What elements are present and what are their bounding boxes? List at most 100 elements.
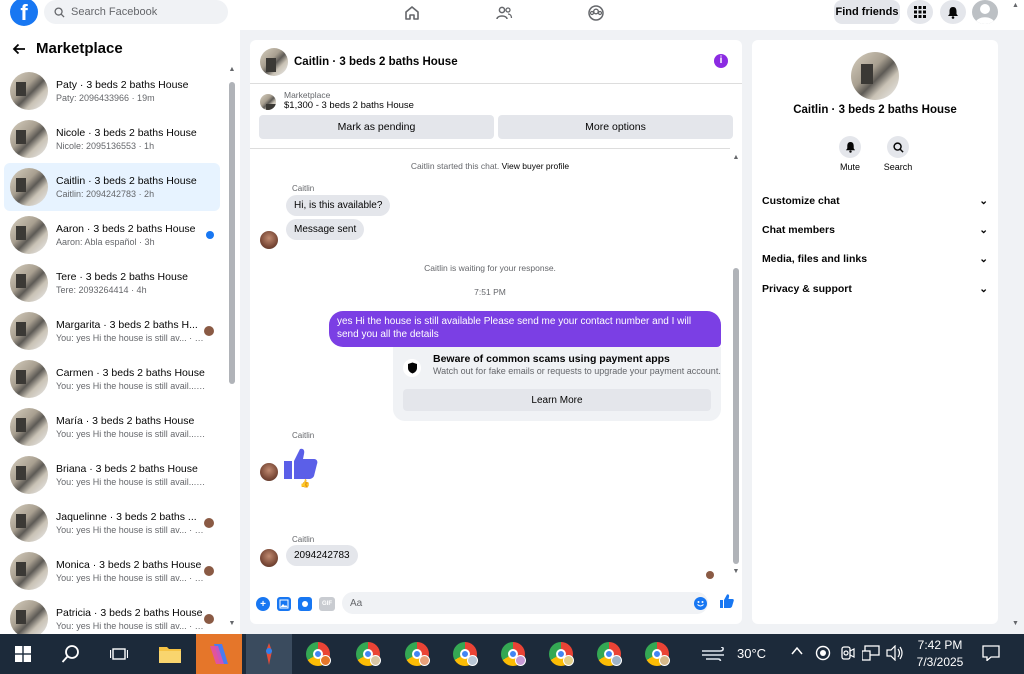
conversation-text: Tere · 3 beds 2 baths House Tere: 2093264… bbox=[56, 271, 206, 295]
conversation-text: Briana · 3 beds 2 baths House You: yes Hi… bbox=[56, 463, 206, 487]
chat-scroll-thumb[interactable] bbox=[733, 268, 739, 564]
file-explorer-icon[interactable] bbox=[147, 634, 193, 674]
conversation-item[interactable]: Margarita · 3 beds 2 baths H... You: yes … bbox=[4, 307, 220, 355]
conversation-item[interactable]: Aaron · 3 beds 2 baths House Aaron: Abla … bbox=[4, 211, 220, 259]
listing-photo[interactable] bbox=[851, 52, 899, 100]
chrome-icon[interactable] bbox=[634, 634, 680, 674]
more-options-button[interactable]: More options bbox=[498, 115, 733, 139]
bell-icon[interactable] bbox=[940, 0, 966, 24]
message-input[interactable]: Aa bbox=[342, 592, 708, 614]
conversation-preview: Caitlin: 2094242783 · 2h bbox=[56, 189, 155, 199]
search-control[interactable]: Search bbox=[876, 136, 920, 172]
conversation-text: Caitlin · 3 beds 2 baths House Caitlin: 2… bbox=[56, 175, 206, 199]
chrome-icon[interactable] bbox=[586, 634, 632, 674]
scroll-up-arrow-icon[interactable]: ▲ bbox=[228, 66, 236, 74]
warning-title: Beware of common scams using payment app… bbox=[433, 353, 670, 365]
info-icon[interactable]: i bbox=[714, 54, 728, 68]
chrome-icon[interactable] bbox=[295, 634, 341, 674]
mark-pending-button[interactable]: Mark as pending bbox=[259, 115, 494, 139]
chat-members-section[interactable]: Chat members ⌄ bbox=[762, 219, 988, 241]
conversation-text: Aaron · 3 beds 2 baths House Aaron: Abla … bbox=[56, 223, 206, 247]
chrome-icon[interactable] bbox=[490, 634, 536, 674]
plus-icon[interactable]: + bbox=[256, 597, 270, 611]
groups-icon[interactable] bbox=[585, 2, 607, 24]
sidebar-scrollbar[interactable]: ▲ ▼ bbox=[228, 66, 236, 627]
chat-title[interactable]: Caitlin · 3 beds 2 baths House bbox=[294, 56, 458, 68]
chrome-icon[interactable] bbox=[345, 634, 391, 674]
conversation-item[interactable]: Nicole · 3 beds 2 baths House Nicole: 209… bbox=[4, 115, 220, 163]
reaction-badge[interactable]: 👍 bbox=[300, 479, 310, 488]
like-send-icon[interactable] bbox=[720, 594, 734, 611]
conversation-item[interactable]: Paty · 3 beds 2 baths House Paty: 2096433… bbox=[4, 67, 220, 115]
scroll-down-arrow-icon[interactable]: ▼ bbox=[228, 620, 236, 628]
page-scroll-up-arrow-icon[interactable]: ▲ bbox=[1012, 2, 1019, 9]
chrome-icon[interactable] bbox=[442, 634, 488, 674]
menu-grid-icon[interactable] bbox=[907, 0, 933, 24]
taskbar-search-icon[interactable] bbox=[48, 634, 94, 674]
find-friends-button[interactable]: Find friends bbox=[834, 0, 900, 24]
chat-scroll-up-arrow-icon[interactable]: ▲ bbox=[732, 154, 740, 162]
listing-thumbnail[interactable] bbox=[260, 47, 288, 76]
section-label: Customize chat bbox=[762, 195, 840, 207]
gif-icon[interactable]: GIF bbox=[319, 597, 335, 611]
listing-summary[interactable]: Marketplace $1,300 - 3 beds 2 baths Hous… bbox=[250, 84, 742, 111]
mute-label: Mute bbox=[839, 162, 860, 172]
pinned-app-icon[interactable] bbox=[246, 634, 292, 674]
sender-avatar[interactable] bbox=[260, 549, 278, 567]
page-scroll-down-arrow-icon[interactable]: ▼ bbox=[1012, 620, 1019, 627]
chat-scrollbar[interactable]: ▲ ▼ bbox=[732, 148, 740, 584]
copilot-icon[interactable] bbox=[196, 634, 242, 674]
conversation-item[interactable]: Monica · 3 beds 2 baths House You: yes Hi… bbox=[4, 547, 220, 595]
conversation-item[interactable]: María · 3 beds 2 baths House You: yes Hi … bbox=[4, 403, 220, 451]
bell-icon[interactable] bbox=[839, 136, 861, 158]
sender-avatar[interactable] bbox=[260, 463, 278, 481]
incoming-message[interactable]: 2094242783 bbox=[286, 545, 358, 566]
friends-icon[interactable] bbox=[493, 2, 515, 24]
emoji-icon[interactable] bbox=[694, 597, 707, 610]
chevron-down-icon: ⌄ bbox=[979, 195, 988, 207]
profile-avatar[interactable] bbox=[972, 0, 998, 24]
read-receipt-avatar bbox=[204, 518, 214, 528]
incoming-message[interactable]: Hi, is this available? bbox=[286, 195, 391, 216]
media-files-section[interactable]: Media, files and links ⌄ bbox=[762, 248, 988, 270]
chrome-icon[interactable] bbox=[394, 634, 440, 674]
network-icon[interactable] bbox=[861, 645, 880, 664]
weather-temperature[interactable]: 30°C bbox=[737, 646, 766, 661]
home-icon[interactable] bbox=[401, 2, 423, 24]
system-clock[interactable]: 7:42 PM 7/3/2025 bbox=[910, 637, 970, 671]
outgoing-message[interactable]: yes Hi the house is still available Plea… bbox=[329, 311, 721, 347]
task-view-icon[interactable] bbox=[96, 634, 142, 674]
conversation-title: Jaquelinne · 3 beds 2 baths ... bbox=[56, 511, 197, 523]
sticker-icon[interactable] bbox=[298, 597, 312, 611]
conversation-thumbnail bbox=[10, 600, 48, 638]
search-icon[interactable] bbox=[887, 136, 909, 158]
volume-icon[interactable] bbox=[886, 644, 904, 664]
conversation-preview: You: yes Hi the house is still avail... … bbox=[56, 477, 206, 487]
privacy-support-section[interactable]: Privacy & support ⌄ bbox=[762, 278, 988, 300]
conversation-item[interactable]: Jaquelinne · 3 beds 2 baths ... You: yes … bbox=[4, 499, 220, 547]
message-thread: Caitlin started this chat. View buyer pr… bbox=[250, 148, 730, 584]
facebook-logo[interactable]: f bbox=[10, 0, 38, 26]
chrome-icon[interactable] bbox=[538, 634, 584, 674]
photo-icon[interactable] bbox=[277, 597, 291, 611]
customize-chat-section[interactable]: Customize chat ⌄ bbox=[762, 190, 988, 212]
notification-center-icon[interactable] bbox=[982, 645, 1000, 664]
chat-scroll-down-arrow-icon[interactable]: ▼ bbox=[732, 568, 740, 576]
conversation-item[interactable]: Tere · 3 beds 2 baths House Tere: 2093264… bbox=[4, 259, 220, 307]
back-arrow-icon[interactable] bbox=[12, 42, 26, 56]
conversation-item[interactable]: Caitlin · 3 beds 2 baths House Caitlin: 2… bbox=[4, 163, 220, 211]
windows-start-icon[interactable] bbox=[0, 634, 46, 674]
conversation-item[interactable]: Carmen · 3 beds 2 baths House You: yes Hi… bbox=[4, 355, 220, 403]
camera-icon[interactable] bbox=[839, 645, 855, 664]
weather-icon[interactable] bbox=[694, 634, 734, 674]
incoming-message[interactable]: Message sent bbox=[286, 219, 365, 240]
chevron-up-icon[interactable] bbox=[790, 644, 804, 661]
conversation-item[interactable]: Briana · 3 beds 2 baths House You: yes Hi… bbox=[4, 451, 220, 499]
sidebar-scroll-thumb[interactable] bbox=[229, 82, 235, 384]
view-buyer-profile-link[interactable]: View buyer profile bbox=[502, 161, 569, 171]
sender-avatar[interactable] bbox=[260, 231, 278, 249]
learn-more-button[interactable]: Learn More bbox=[403, 389, 711, 411]
search-input[interactable]: Search Facebook bbox=[44, 0, 228, 24]
record-icon[interactable] bbox=[815, 645, 831, 664]
mute-control[interactable]: Mute bbox=[828, 136, 872, 172]
